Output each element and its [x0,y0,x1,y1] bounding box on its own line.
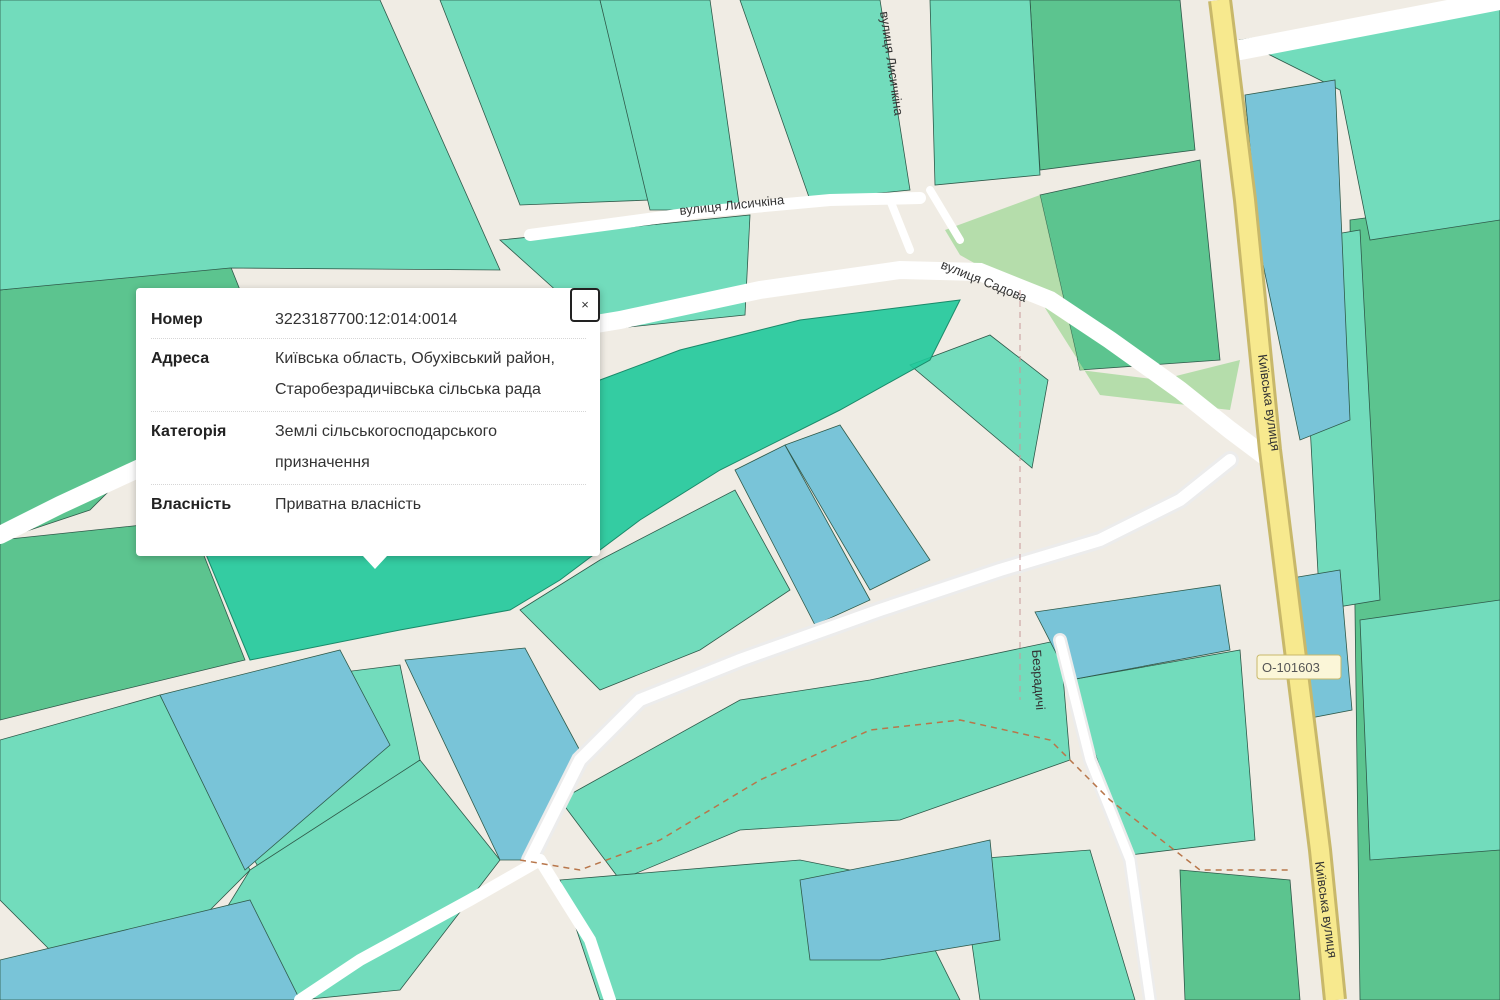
info-value: Землі сільськогосподарського призначення [275,423,498,471]
info-key: Номер [151,311,203,328]
info-row-number: Номер 3223187700:12:014:0014 [151,308,586,339]
info-key: Власність [151,496,232,513]
info-value: Приватна власність [275,496,422,513]
info-key: Категорія [151,423,227,440]
info-row-category: Категорія Землі сільськогосподарського п… [151,420,586,485]
info-value: Київська область, Обухівський район, Ста… [275,350,555,398]
info-row-address: Адреса Київська область, Обухівський рай… [151,347,586,412]
parcel-info-table: Номер 3223187700:12:014:0014 Адреса Київ… [151,308,586,534]
popup-pointer [363,556,387,569]
info-row-ownership: Власність Приватна власність [151,493,586,526]
parcel-info-popup: × Номер 3223187700:12:014:0014 Адреса Ки… [136,288,600,569]
info-value: 3223187700:12:014:0014 [275,311,458,328]
info-key: Адреса [151,350,210,367]
road-ref-label: О-101603 [1262,660,1320,675]
